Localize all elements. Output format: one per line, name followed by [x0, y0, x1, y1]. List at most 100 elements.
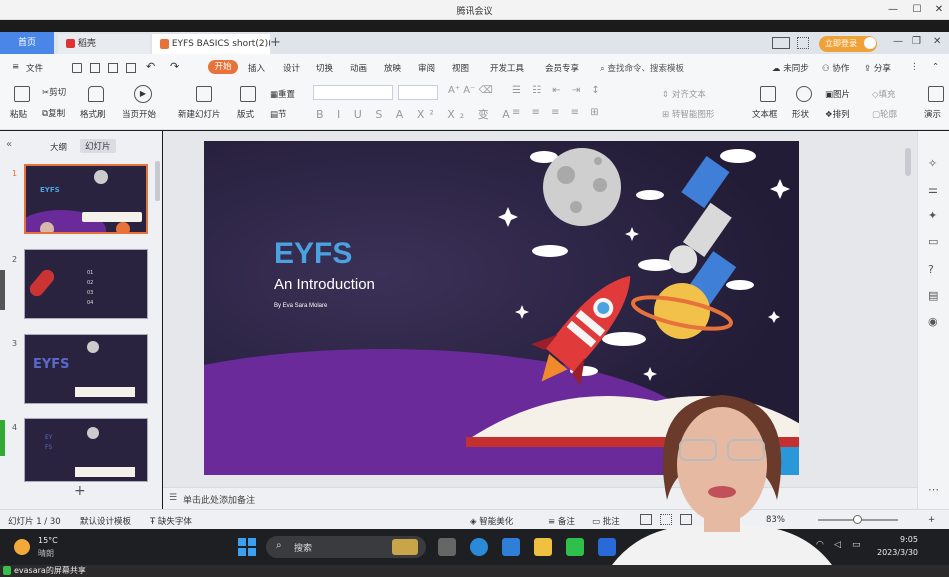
- present-button[interactable]: 演示: [924, 108, 941, 120]
- tab-home[interactable]: 首页: [0, 32, 54, 54]
- menu-start[interactable]: 开始: [208, 60, 238, 74]
- collab-button[interactable]: ⚇ 协作: [822, 62, 849, 74]
- slide-thumbnail-2[interactable]: 01 02 03 04: [24, 249, 148, 319]
- animation-icon[interactable]: ✧: [928, 157, 937, 170]
- edge-icon[interactable]: [470, 538, 488, 556]
- volume-icon[interactable]: ◁: [834, 540, 841, 550]
- textbox-button[interactable]: 文本框: [752, 108, 778, 120]
- command-search[interactable]: ⌕ 查找命令、搜索模板: [600, 62, 684, 74]
- slide-thumbnail-3[interactable]: EYFS: [24, 334, 148, 404]
- thumb-play-icon[interactable]: [40, 222, 54, 232]
- layout-icon[interactable]: [240, 86, 256, 102]
- sync-status[interactable]: ☁ 未同步: [772, 62, 809, 74]
- slide-thumbnail-1[interactable]: EYFS: [24, 164, 148, 234]
- slideshow-icon[interactable]: ▭: [928, 235, 938, 248]
- collapse-pane-icon[interactable]: «: [6, 139, 12, 150]
- grid-icon[interactable]: [797, 37, 809, 49]
- weather-icon[interactable]: [14, 539, 30, 555]
- hamburger-icon[interactable]: ≡: [12, 62, 19, 72]
- tab-outline[interactable]: 大纲: [50, 141, 67, 153]
- settings-sliders-icon[interactable]: ⚌: [928, 183, 938, 196]
- smart-beautify-button[interactable]: ◈ 智能美化: [470, 515, 513, 527]
- arrange-button[interactable]: ❖排列: [825, 108, 850, 120]
- format-painter-button[interactable]: 格式刷: [80, 108, 106, 120]
- section-button[interactable]: ▤节: [270, 108, 287, 120]
- share-button[interactable]: ⇪ 分享: [864, 62, 891, 74]
- tab-slides[interactable]: 幻灯片: [80, 139, 116, 153]
- menu-transition[interactable]: 切换: [316, 62, 333, 74]
- undo-icon[interactable]: ↶: [146, 60, 155, 73]
- notes-toggle[interactable]: ≡ 备注: [548, 515, 575, 527]
- align-buttons[interactable]: ≡ ≡ ≡ ≡ ⊞: [512, 107, 603, 118]
- slide-thumbnail-4[interactable]: EYFS: [24, 418, 148, 482]
- menu-review[interactable]: 审阅: [418, 62, 435, 74]
- zoom-in-icon[interactable]: +: [928, 515, 935, 525]
- canvas-scrollbar[interactable]: [905, 148, 911, 176]
- layout-button[interactable]: 版式: [237, 108, 254, 120]
- menu-design[interactable]: 设计: [283, 62, 300, 74]
- copy-button[interactable]: ⧉复制: [42, 107, 65, 119]
- explorer-icon[interactable]: [534, 538, 552, 556]
- paste-button[interactable]: 粘贴: [10, 108, 27, 120]
- mail-icon[interactable]: [502, 538, 520, 556]
- font-size-tools[interactable]: A⁺ A⁻ ⌫: [448, 85, 493, 96]
- avatar[interactable]: [864, 37, 876, 49]
- more-options-icon[interactable]: ⋯: [928, 483, 939, 496]
- menu-insert[interactable]: 插入: [248, 62, 265, 74]
- fill-button[interactable]: ◇填充: [872, 88, 896, 100]
- design-template[interactable]: 默认设计模板: [80, 515, 131, 527]
- menu-view[interactable]: 视图: [452, 62, 469, 74]
- present-icon[interactable]: [928, 86, 944, 102]
- align-text-button[interactable]: ⇕ 对齐文本: [662, 88, 706, 100]
- slide-author[interactable]: By Eva Sara Molare: [274, 303, 327, 309]
- new-tab-button[interactable]: +: [270, 34, 284, 52]
- menu-file[interactable]: 文件: [26, 62, 43, 74]
- more-icon[interactable]: ⋮: [910, 62, 919, 72]
- green-handle[interactable]: [0, 420, 5, 456]
- save-icon[interactable]: [72, 63, 82, 73]
- close-icon[interactable]: ✕: [931, 2, 947, 18]
- add-slide-button[interactable]: +: [74, 483, 86, 499]
- thumb-menu-icon[interactable]: [116, 222, 130, 232]
- smart-art-button[interactable]: ⊞ 转智能图形: [662, 108, 714, 120]
- reset-button[interactable]: ▦重置: [270, 88, 295, 100]
- side-handle[interactable]: [0, 270, 5, 310]
- play-from-current-button[interactable]: 当页开始: [122, 108, 156, 120]
- print-icon[interactable]: [108, 63, 118, 73]
- new-slide-button[interactable]: 新建幻灯片: [178, 108, 221, 120]
- menu-developer[interactable]: 开发工具: [490, 62, 524, 74]
- play-icon[interactable]: ▶: [134, 85, 152, 103]
- restore-doc-icon[interactable]: ❐: [912, 36, 921, 47]
- minimize-doc-icon[interactable]: —: [893, 36, 903, 47]
- menu-member[interactable]: 会员专享: [545, 62, 579, 74]
- font-style-buttons[interactable]: B I U S A X² X₂ 变 A: [316, 106, 515, 122]
- taskbar-search[interactable]: ⌕ 搜索: [266, 536, 426, 558]
- close-doc-icon[interactable]: ✕: [933, 36, 941, 47]
- task-view-icon[interactable]: [438, 538, 456, 556]
- collapse-ribbon-icon[interactable]: ⌃: [932, 62, 939, 72]
- tab-document[interactable]: EYFS BASICS short(2)(2: [152, 34, 270, 54]
- new-slide-icon[interactable]: [196, 86, 212, 102]
- review-icon[interactable]: ▤: [928, 289, 938, 302]
- redo-icon[interactable]: ↷: [170, 60, 179, 73]
- battery-icon[interactable]: ▭: [852, 540, 861, 550]
- wechat-icon[interactable]: [566, 538, 584, 556]
- slide-subtitle[interactable]: An Introduction: [274, 276, 375, 293]
- textbox-icon[interactable]: [760, 86, 776, 102]
- list-buttons[interactable]: ☰ ☷ ⇤ ⇥ ↕: [512, 85, 604, 96]
- outline-button[interactable]: ▢轮廓: [872, 108, 897, 120]
- notes-placeholder[interactable]: 单击此处添加备注: [183, 493, 255, 506]
- zoom-slider-handle[interactable]: [853, 515, 862, 524]
- missing-font-button[interactable]: Ŧ 缺失字体: [150, 515, 192, 527]
- thumbnail-scrollbar[interactable]: [155, 161, 160, 201]
- location-icon[interactable]: ◉: [928, 315, 938, 328]
- slide-title[interactable]: EYFS: [274, 237, 352, 271]
- window-layout-icon[interactable]: [772, 37, 790, 49]
- minimize-icon[interactable]: —: [885, 2, 901, 18]
- windows-start-icon[interactable]: [238, 538, 256, 556]
- font-family-select[interactable]: [313, 85, 393, 100]
- shape-button[interactable]: 形状: [792, 108, 809, 120]
- paste-icon[interactable]: [14, 86, 30, 102]
- shape-icon[interactable]: [796, 86, 812, 102]
- preview-icon[interactable]: [126, 63, 136, 73]
